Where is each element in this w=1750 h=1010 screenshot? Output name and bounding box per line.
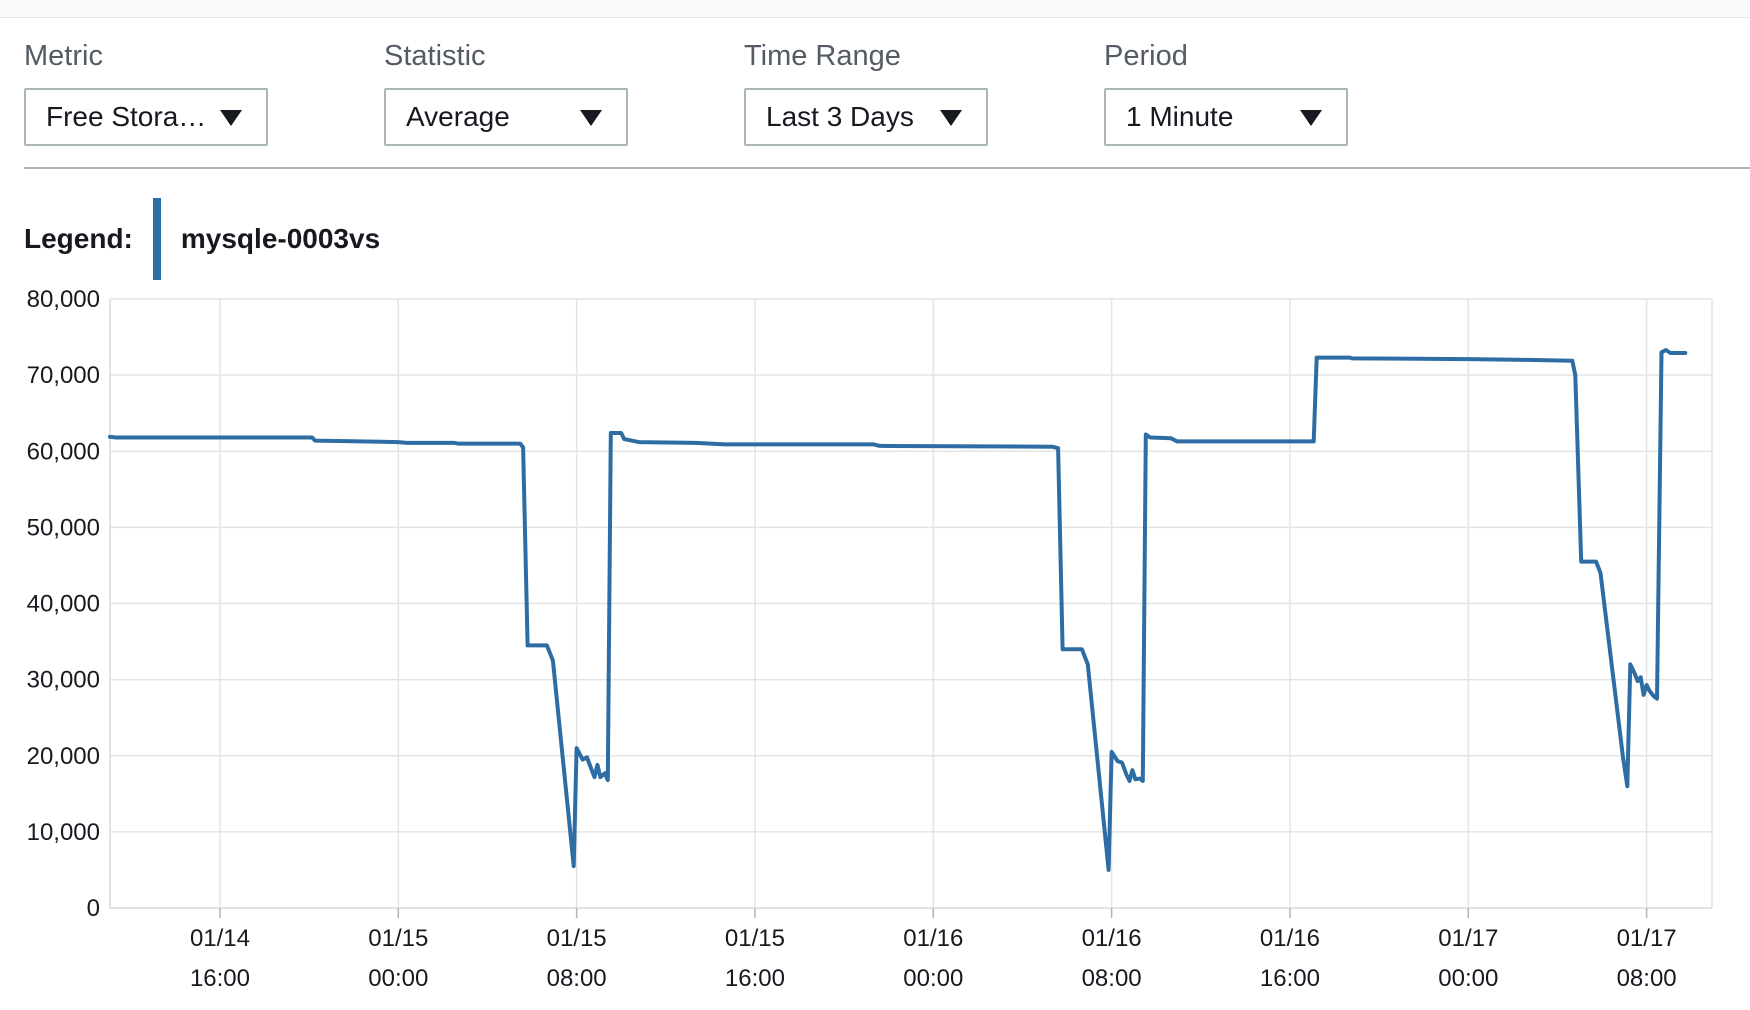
x-tick-date-label: 01/16: [1082, 925, 1142, 952]
x-tick-date-label: 01/14: [190, 925, 250, 952]
x-tick-time-label: 16:00: [190, 965, 250, 992]
y-axis-ticks: 0 10,000 20,000 30,000 40,000 50,000 60,000 70,…: [27, 286, 100, 922]
y-tick-label: 10,000: [27, 819, 100, 846]
series-line: [108, 348, 1688, 872]
x-tick-time-label: 00:00: [1438, 965, 1498, 992]
series-layer: [108, 348, 1688, 872]
y-tick-label: 50,000: [27, 514, 100, 541]
x-tick-date-label: 01/17: [1438, 925, 1498, 952]
x-tick-date-label: 01/15: [725, 925, 785, 952]
y-tick-label: 40,000: [27, 591, 100, 618]
x-tick-time-label: 00:00: [903, 965, 963, 992]
y-tick-label: 20,000: [27, 743, 100, 770]
x-tick-date-label: 01/16: [1260, 925, 1320, 952]
grid: [109, 298, 1713, 918]
x-tick-time-label: 00:00: [368, 965, 428, 992]
x-tick-time-label: 16:00: [1260, 965, 1320, 992]
x-tick-time-label: 08:00: [1617, 965, 1677, 992]
y-tick-label: 60,000: [27, 438, 100, 465]
y-tick-label: 80,000: [27, 286, 100, 313]
x-tick-time-label: 08:00: [1082, 965, 1142, 992]
y-tick-label: 70,000: [27, 362, 100, 389]
x-tick-date-label: 01/15: [368, 925, 428, 952]
x-tick-date-label: 01/15: [547, 925, 607, 952]
x-tick-date-label: 01/17: [1617, 925, 1677, 952]
x-tick-time-label: 16:00: [725, 965, 785, 992]
x-axis-ticks: 01/14 16:00 01/15 00:00 01/15 08:00 01/15 16:00…: [190, 925, 1677, 992]
x-tick-time-label: 08:00: [547, 965, 607, 992]
line-chart: 0 10,000 20,000 30,000 40,000 50,000 60,000 70,…: [27, 286, 1713, 992]
y-tick-label: 30,000: [27, 667, 100, 694]
x-tick-date-label: 01/16: [903, 925, 963, 952]
y-tick-label: 0: [87, 895, 100, 922]
